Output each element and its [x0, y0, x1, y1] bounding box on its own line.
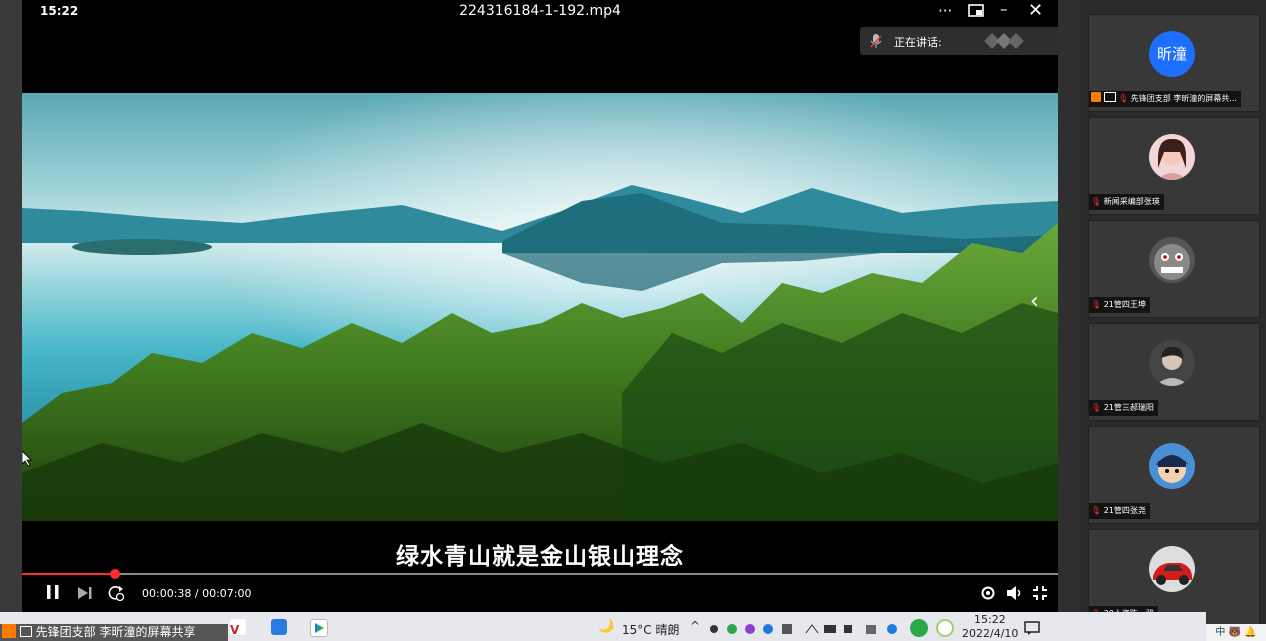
video-filename: 224316184-1-192.mp4 [459, 3, 621, 19]
panel-divider [1058, 0, 1080, 641]
avatar [1149, 134, 1195, 180]
mic-muted-icon: 🎙 [1091, 197, 1102, 206]
mouse-cursor-icon [21, 450, 32, 471]
next-track-icon[interactable] [77, 585, 93, 604]
share-bar-label: 先锋团支部 李昕潼的屏幕共享 [35, 625, 196, 639]
playback-time: 00:00:38 / 00:07:00 [142, 587, 252, 600]
screen-share-bar[interactable]: 先锋团支部 李昕潼的屏幕共享 [0, 624, 228, 641]
ime-indicator[interactable]: 中 🐻 🔔 [1206, 624, 1266, 641]
screen-share-icon [19, 626, 32, 637]
video-frame [22, 93, 1058, 521]
close-icon[interactable]: ✕ [1028, 0, 1043, 21]
volume-icon[interactable] [1006, 585, 1022, 605]
participant-tile[interactable]: 昕潼 🎙 先锋团支部 李昕潼的屏幕共... [1088, 14, 1260, 112]
more-options-icon[interactable]: ··· [938, 2, 952, 20]
progress-handle[interactable] [110, 569, 121, 579]
taskbar-date[interactable]: 2022/4/10 [962, 627, 1018, 640]
wechat-tray-icon[interactable] [910, 619, 928, 637]
mic-muted-icon: 🎙 [1091, 403, 1102, 412]
host-icon [1091, 92, 1101, 102]
taskbar-time[interactable]: 15:22 [974, 613, 1006, 626]
participant-label: 🎙 21管四王坤 [1089, 297, 1150, 313]
notification-icon[interactable] [1024, 620, 1040, 639]
loop-icon[interactable] [107, 585, 125, 605]
left-edge-strip [0, 0, 22, 641]
system-tray-icons[interactable] [708, 621, 908, 635]
participant-tile[interactable]: 🎙 新闻采编部张瑛 [1088, 117, 1260, 215]
speaking-label: 正在讲话: [894, 36, 942, 49]
speaking-indicator: 正在讲话: [860, 27, 1060, 55]
pause-icon[interactable] [46, 584, 60, 604]
microphone-icon [870, 33, 882, 53]
mic-muted-icon: 🎙 [1091, 300, 1102, 309]
picture-in-picture-icon[interactable] [968, 4, 984, 22]
avatar: 昕潼 [1149, 31, 1195, 77]
progress-fill [22, 573, 116, 575]
participant-label: 🎙 21管四张尧 [1089, 503, 1150, 519]
participant-label: 🎙 21管三郝瑞阳 [1089, 400, 1158, 416]
fullscreen-exit-icon[interactable] [1032, 585, 1048, 605]
status-ring-icon[interactable] [936, 619, 954, 637]
settings-gear-icon[interactable] [980, 585, 996, 605]
weather-text[interactable]: 15°C 晴朗 [622, 621, 679, 638]
host-icon [2, 624, 16, 638]
speaker-avatar [984, 33, 1024, 53]
screen-share-icon [1103, 92, 1116, 102]
next-panel-chevron-icon[interactable]: ‹ [1030, 289, 1039, 314]
participant-tile[interactable]: 🎙 21管四张尧 [1088, 426, 1260, 524]
avatar [1149, 443, 1195, 489]
avatar [1149, 237, 1195, 283]
participant-label: 🎙 新闻采编部张瑛 [1089, 194, 1164, 210]
mic-muted-icon: 🎙 [1118, 94, 1129, 103]
video-subtitle: 绿水青山就是金山银山理念 [396, 544, 684, 570]
participant-tile[interactable]: 🎙 21管三郝瑞阳 [1088, 323, 1260, 421]
app-icon-blue[interactable] [271, 619, 287, 635]
tray-overflow-chevron-icon[interactable]: ^ [690, 619, 700, 633]
progress-bar[interactable] [22, 569, 1058, 579]
mic-muted-icon: 🎙 [1091, 506, 1102, 515]
participants-panel: 昕潼 🎙 先锋团支部 李昕潼的屏幕共... 🎙 新闻采编部张瑛 🎙 21管四王坤… [1080, 0, 1266, 641]
avatar [1149, 340, 1195, 386]
minimize-icon[interactable]: – [1000, 0, 1008, 18]
app-icon-vf[interactable]: V [230, 619, 246, 637]
participant-label: 🎙 先锋团支部 李昕潼的屏幕共... [1089, 91, 1241, 107]
weather-moon-icon: 🌙 [598, 619, 615, 634]
participant-tile[interactable]: 🎙 21管四王坤 [1088, 220, 1260, 318]
avatar [1149, 546, 1195, 592]
video-player[interactable]: 15:22 224316184-1-192.mp4 ··· – ✕ 正在讲话: [22, 0, 1060, 612]
app-icon-play[interactable] [310, 619, 328, 637]
